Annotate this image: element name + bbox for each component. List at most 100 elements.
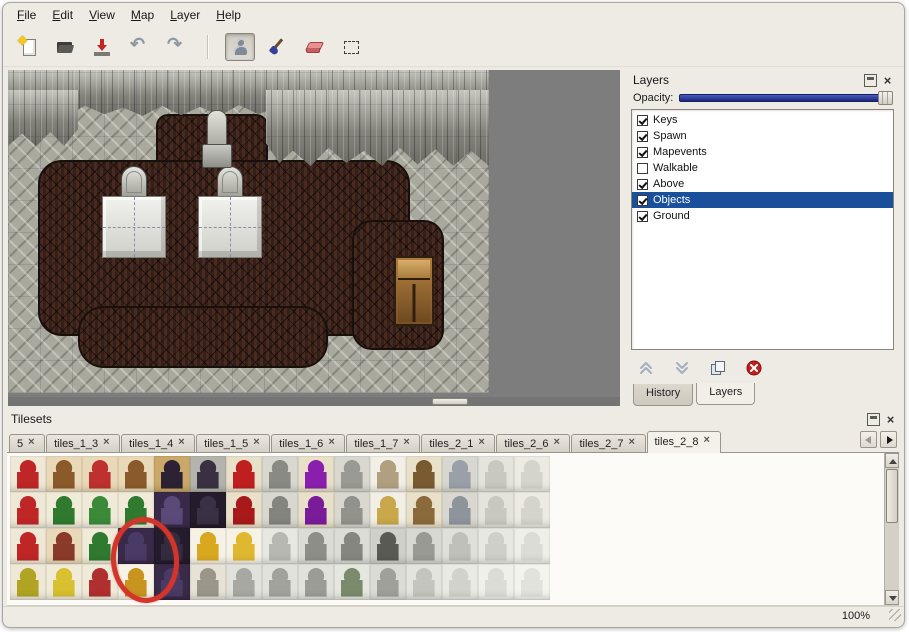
tileset-tile[interactable] [262, 492, 298, 528]
tileset-tile[interactable] [190, 492, 226, 528]
layer-row[interactable]: Keys [632, 112, 893, 128]
map-horizontal-scrollbar[interactable] [8, 397, 620, 406]
select-tool-button[interactable] [336, 33, 366, 61]
tab-scroll-left-button[interactable] [860, 431, 877, 448]
lower-layer-button[interactable] [671, 358, 693, 378]
tab-close-icon[interactable] [553, 439, 562, 448]
new-file-button[interactable] [13, 33, 43, 61]
tileset-tile[interactable] [370, 564, 406, 600]
tab-close-icon[interactable] [328, 439, 337, 448]
tileset-tile[interactable] [118, 456, 154, 492]
tileset-tile[interactable] [334, 564, 370, 600]
tileset-tile[interactable] [442, 564, 478, 600]
tab-close-icon[interactable] [478, 439, 487, 448]
tab-close-icon[interactable] [28, 439, 37, 448]
layer-visibility-checkbox[interactable] [637, 195, 648, 206]
menu-item[interactable]: Layer [162, 5, 208, 25]
menu-item[interactable]: Edit [44, 5, 81, 25]
tileset-tile[interactable] [442, 492, 478, 528]
tileset-tile[interactable] [298, 564, 334, 600]
tileset-tile[interactable] [190, 456, 226, 492]
redo-button[interactable] [161, 33, 191, 61]
save-button[interactable] [87, 33, 117, 61]
opacity-slider-handle[interactable] [878, 91, 893, 105]
tileset-tile[interactable] [478, 492, 514, 528]
tileset-tile[interactable] [406, 564, 442, 600]
tileset-tab[interactable]: tiles_1_4 [121, 434, 195, 452]
tileset-tile[interactable] [514, 492, 550, 528]
tileset-tile[interactable] [442, 456, 478, 492]
tileset-tile[interactable] [406, 492, 442, 528]
stamp-tool-button[interactable] [225, 33, 255, 61]
tileset-tile[interactable] [46, 456, 82, 492]
tab-close-icon[interactable] [403, 439, 412, 448]
tileset-tile[interactable] [478, 456, 514, 492]
layer-visibility-checkbox[interactable] [637, 179, 648, 190]
menu-item[interactable]: View [81, 5, 123, 25]
opacity-slider[interactable] [679, 94, 892, 102]
tileset-tile[interactable] [82, 528, 118, 564]
tileset-tile[interactable] [118, 492, 154, 528]
tileset-tab[interactable]: tiles_2_7 [571, 434, 645, 452]
close-panel-icon[interactable] [884, 413, 897, 426]
resize-grip[interactable] [889, 609, 901, 621]
tab-close-icon[interactable] [103, 439, 112, 448]
tileset-tab[interactable]: 5 [9, 434, 45, 452]
tileset-tab[interactable]: tiles_1_3 [46, 434, 120, 452]
tileset-tile[interactable] [334, 528, 370, 564]
tileset-tile[interactable] [370, 528, 406, 564]
layer-visibility-checkbox[interactable] [637, 211, 648, 222]
tileset-tile[interactable] [154, 492, 190, 528]
tileset-tile[interactable] [226, 492, 262, 528]
close-panel-icon[interactable] [881, 74, 894, 87]
layer-row[interactable]: Ground [632, 208, 893, 224]
menu-item[interactable]: Help [208, 5, 249, 25]
tileset-tile[interactable] [154, 564, 190, 600]
float-panel-icon[interactable] [867, 413, 880, 426]
tileset-tile[interactable] [10, 528, 46, 564]
menu-item[interactable]: Map [123, 5, 162, 25]
tileset-tile[interactable] [226, 456, 262, 492]
duplicate-layer-button[interactable] [707, 358, 729, 378]
map-canvas[interactable] [8, 70, 489, 393]
tileset-tile[interactable] [226, 564, 262, 600]
tileset-tab[interactable]: tiles_1_5 [196, 434, 270, 452]
scrollbar-thumb[interactable] [886, 469, 898, 523]
delete-layer-button[interactable] [743, 358, 765, 378]
layer-visibility-checkbox[interactable] [637, 115, 648, 126]
tileset-tile[interactable] [370, 492, 406, 528]
tileset-tile[interactable] [82, 564, 118, 600]
tileset-tile[interactable] [478, 564, 514, 600]
tileset-tile[interactable] [514, 564, 550, 600]
panel-tab[interactable]: Layers [696, 383, 755, 405]
map-hscroll-thumb[interactable] [432, 398, 468, 405]
open-folder-button[interactable] [50, 33, 80, 61]
layer-row[interactable]: Mapevents [632, 144, 893, 160]
tileset-tab[interactable]: tiles_2_8 [647, 431, 721, 453]
tileset-tile[interactable] [334, 492, 370, 528]
tileset-tile[interactable] [190, 528, 226, 564]
float-panel-icon[interactable] [864, 74, 877, 87]
layer-row[interactable]: Spawn [632, 128, 893, 144]
layer-row[interactable]: Above [632, 176, 893, 192]
tileset-tile[interactable] [262, 456, 298, 492]
tileset-tile[interactable] [298, 528, 334, 564]
tileset-tab[interactable]: tiles_2_6 [496, 434, 570, 452]
tileset-tab[interactable]: tiles_2_1 [421, 434, 495, 452]
tab-close-icon[interactable] [704, 437, 713, 446]
tileset-tile[interactable] [226, 528, 262, 564]
layer-row[interactable]: Objects [632, 192, 893, 208]
tileset-tile[interactable] [10, 456, 46, 492]
tileset-tile[interactable] [514, 528, 550, 564]
tab-close-icon[interactable] [629, 439, 638, 448]
tileset-tile[interactable] [406, 456, 442, 492]
tileset-tile[interactable] [118, 528, 154, 564]
tab-scroll-right-button[interactable] [880, 431, 897, 448]
tileset-tile[interactable] [334, 456, 370, 492]
tileset-tab[interactable]: tiles_1_6 [271, 434, 345, 452]
tileset-tile[interactable] [370, 456, 406, 492]
brush-tool-button[interactable] [262, 33, 292, 61]
tab-close-icon[interactable] [253, 439, 262, 448]
tileset-tile[interactable] [82, 456, 118, 492]
tileset-vertical-scrollbar[interactable] [884, 453, 899, 605]
